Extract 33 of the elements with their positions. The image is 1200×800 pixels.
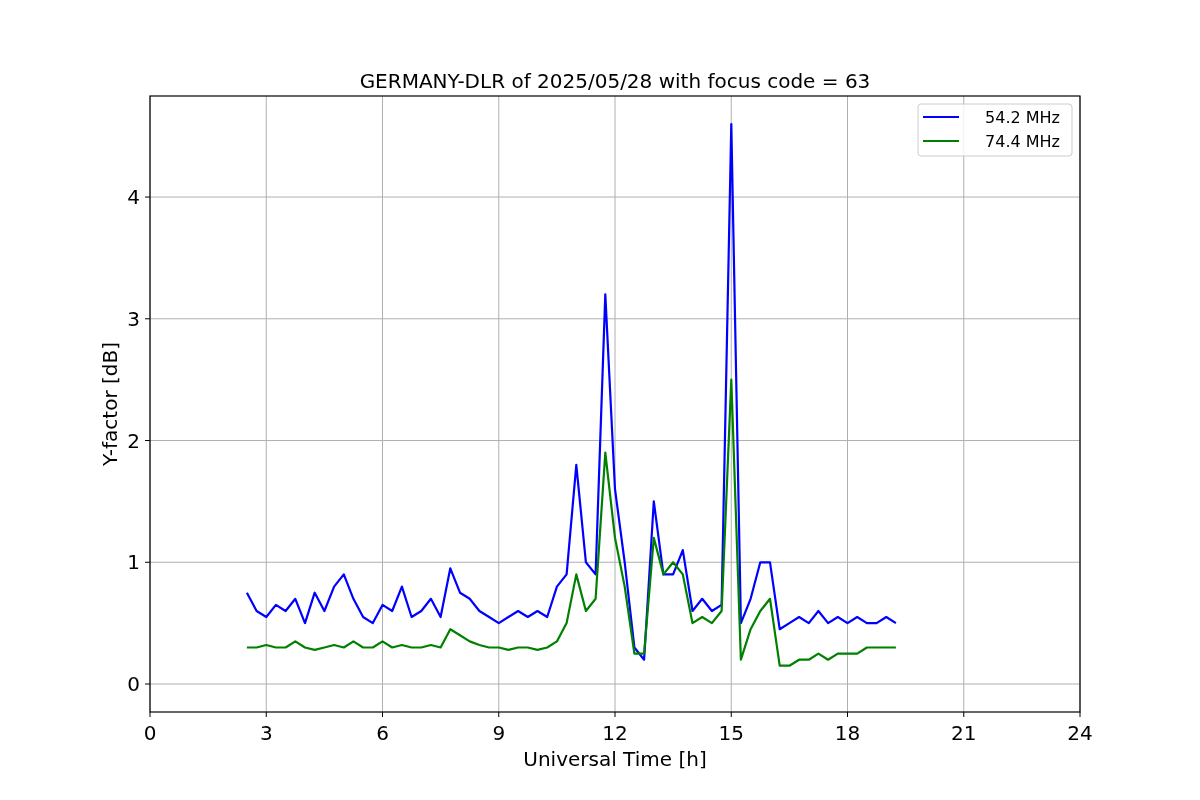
tick-mark	[144, 561, 151, 563]
y-tick-label: 2	[127, 428, 140, 453]
y-tick-label: 4	[127, 185, 140, 210]
x-tick-label: 18	[834, 721, 861, 745]
tick-mark	[847, 711, 848, 718]
tick-mark	[963, 711, 965, 718]
legend-label: 54.2 MHz	[985, 108, 1060, 127]
y-tick-label: 3	[127, 306, 140, 331]
legend-label: 74.4 MHz	[985, 132, 1060, 151]
tick-mark	[382, 711, 383, 718]
tick-mark	[144, 440, 151, 441]
x-tick-label: 12	[602, 721, 628, 745]
x-tick-label: 9	[492, 721, 506, 745]
x-tick-label: 24	[1067, 721, 1093, 745]
tick-mark	[265, 711, 267, 718]
x-tick-label: 0	[143, 721, 157, 745]
x-tick-label: 3	[259, 721, 273, 745]
chart-title: GERMANY-DLR of 2025/05/28 with focus code = 63	[359, 69, 871, 93]
x-tick-label: 6	[376, 721, 389, 745]
x-tick-label: 21	[951, 721, 977, 745]
tick-mark	[1079, 711, 1081, 718]
tick-mark	[149, 711, 151, 718]
tick-mark	[498, 711, 500, 718]
y-axis-label: Y-factor [dB]	[98, 342, 122, 466]
tick-mark	[144, 683, 151, 685]
x-tick-label: 15	[718, 721, 744, 745]
tick-mark	[144, 318, 151, 320]
tick-mark	[614, 711, 616, 718]
y-tick-label: 1	[127, 550, 140, 575]
tick-mark	[730, 711, 732, 718]
y-tick-label: 0	[127, 672, 140, 696]
tick-mark	[144, 196, 151, 198]
x-axis-label: Universal Time [h]	[523, 747, 707, 771]
